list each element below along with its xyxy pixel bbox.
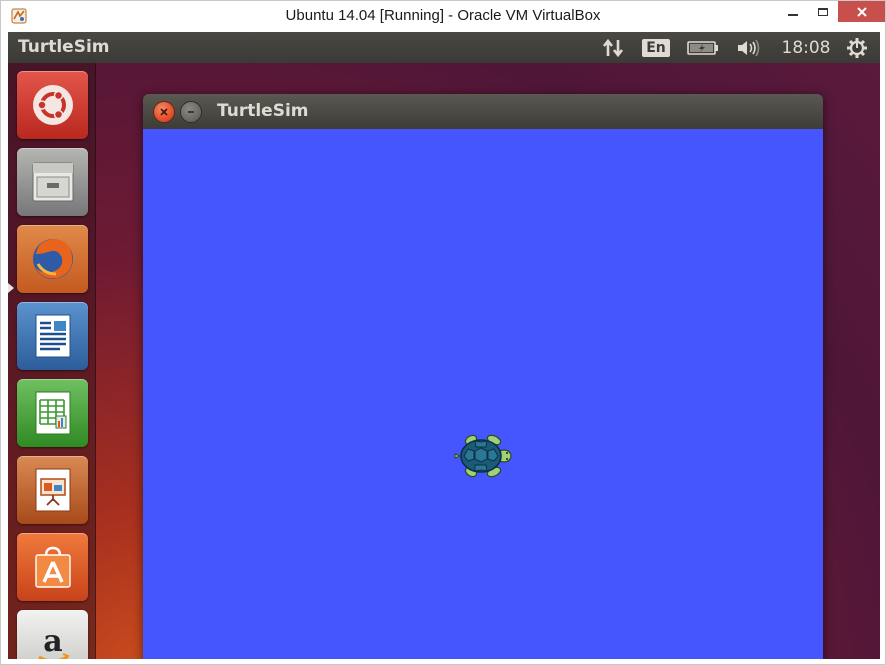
launcher: a [8, 63, 96, 659]
turtlesim-close-button[interactable] [153, 101, 175, 123]
host-titlebar[interactable]: Ubuntu 14.04 [Running] - Oracle VM Virtu… [1, 1, 885, 32]
maximize-button[interactable] [808, 1, 838, 23]
calc-spreadsheet-icon [35, 391, 70, 435]
battery-indicator[interactable] [685, 32, 721, 63]
power-gear-icon [847, 37, 867, 58]
turtlesim-titlebar[interactable]: TurtleSim [143, 94, 823, 129]
launcher-item-libreoffice-calc[interactable] [17, 379, 88, 447]
svg-text:a: a [43, 624, 62, 659]
turtlesim-minimize-button[interactable] [180, 101, 202, 123]
turtle-icon [454, 434, 512, 478]
file-cabinet-icon [32, 162, 73, 202]
maximize-icon [818, 8, 828, 16]
keyboard-layout-badge: En [642, 38, 670, 57]
turtlesim-window: TurtleSim [143, 94, 823, 659]
ubuntu-logo-icon [32, 85, 73, 125]
active-app-indicator [8, 283, 14, 293]
network-indicator[interactable] [598, 32, 628, 63]
impress-presentation-icon [35, 468, 70, 512]
network-updown-icon [602, 38, 624, 57]
battery-icon [687, 40, 718, 55]
volume-icon [738, 39, 760, 56]
top-panel: TurtleSim En 18:08 [8, 32, 880, 63]
minimize-icon [788, 14, 798, 16]
launcher-item-libreoffice-impress[interactable] [17, 456, 88, 524]
turtlesim-window-title: TurtleSim [217, 101, 309, 121]
host-window-title: Ubuntu 14.04 [Running] - Oracle VM Virtu… [285, 7, 601, 24]
clock-label: 18:08 [781, 37, 831, 58]
launcher-item-dash-home[interactable] [17, 71, 88, 139]
ubuntu-desktop: TurtleSim En 18:08 a TurtleSim [8, 32, 880, 659]
shopping-bag-icon [34, 546, 71, 588]
panel-app-name: TurtleSim [18, 37, 110, 57]
launcher-item-software-center[interactable] [17, 533, 88, 601]
writer-document-icon [35, 314, 70, 358]
launcher-item-firefox[interactable] [17, 225, 88, 293]
session-indicator[interactable] [842, 32, 872, 63]
amazon-icon: a [37, 624, 69, 659]
virtualbox-window: Ubuntu 14.04 [Running] - Oracle VM Virtu… [0, 0, 886, 665]
keyboard-layout-indicator[interactable]: En [642, 32, 670, 63]
host-window-controls [778, 1, 885, 25]
minimize-icon [188, 111, 194, 113]
firefox-icon [32, 239, 73, 279]
volume-indicator[interactable] [732, 32, 766, 63]
close-icon [160, 108, 168, 116]
close-button[interactable] [838, 1, 885, 22]
launcher-item-libreoffice-writer[interactable] [17, 302, 88, 370]
launcher-item-amazon[interactable]: a [17, 610, 88, 659]
turtlesim-canvas[interactable] [143, 129, 823, 659]
launcher-item-files[interactable] [17, 148, 88, 216]
clock-indicator[interactable]: 18:08 [776, 32, 836, 63]
close-icon [856, 6, 867, 17]
minimize-button[interactable] [778, 1, 808, 23]
